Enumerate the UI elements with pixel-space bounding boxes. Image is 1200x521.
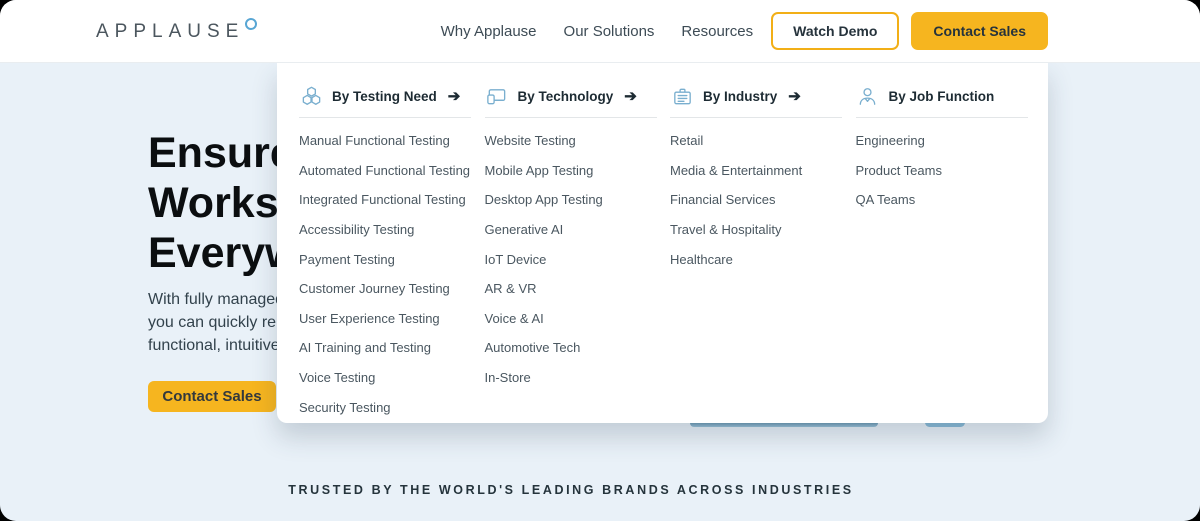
arrow-right-icon: ➔ xyxy=(788,87,801,105)
text-line: functional, intuitive xyxy=(148,334,284,357)
menu-item[interactable]: Automotive Tech xyxy=(485,333,671,363)
menu-item-list: RetailMedia & EntertainmentFinancial Ser… xyxy=(670,126,856,274)
menu-column: By Job Function EngineeringProduct Teams… xyxy=(856,84,1042,423)
menu-item[interactable]: Generative AI xyxy=(485,215,671,245)
menu-item[interactable]: Healthcare xyxy=(670,244,856,274)
menu-column-header[interactable]: By Testing Need ➔ xyxy=(299,84,471,118)
menu-item-list: Manual Functional TestingAutomated Funct… xyxy=(299,126,485,422)
contact-sales-button[interactable]: Contact Sales xyxy=(911,12,1048,50)
site-header: APPLAUSE Why Applause Our Solutions Resour… xyxy=(0,0,1200,63)
menu-column-title: By Industry xyxy=(703,89,777,104)
menu-item[interactable]: Engineering xyxy=(856,126,1042,156)
menu-item[interactable]: Financial Services xyxy=(670,185,856,215)
arrow-right-icon: ➔ xyxy=(624,87,637,105)
menu-item[interactable]: IoT Device xyxy=(485,244,671,274)
menu-column: By Testing Need ➔ Manual Functional Test… xyxy=(299,84,485,423)
logo-text: APPLAUSE xyxy=(96,22,244,41)
menu-item[interactable]: Customer Journey Testing xyxy=(299,274,485,304)
menu-column-header[interactable]: By Technology ➔ xyxy=(485,84,657,118)
cubes-icon xyxy=(299,84,323,108)
trusted-brands-banner: TRUSTED BY THE WORLD'S LEADING BRANDS AC… xyxy=(0,483,1142,497)
menu-item[interactable]: QA Teams xyxy=(856,185,1042,215)
menu-item[interactable]: Automated Functional Testing xyxy=(299,156,485,186)
header-buttons: Watch Demo Contact Sales xyxy=(771,12,1048,50)
menu-item[interactable]: Mobile App Testing xyxy=(485,156,671,186)
arrow-right-icon: ➔ xyxy=(448,87,461,105)
hero-paragraph: With fully managedyou can quickly relfun… xyxy=(148,288,284,357)
text-line: you can quickly rel xyxy=(148,311,284,334)
menu-item[interactable]: Voice & AI xyxy=(485,304,671,334)
menu-item[interactable]: Integrated Functional Testing xyxy=(299,185,485,215)
menu-item[interactable]: Manual Functional Testing xyxy=(299,126,485,156)
watch-demo-button[interactable]: Watch Demo xyxy=(771,12,899,50)
menu-item[interactable]: Voice Testing xyxy=(299,363,485,393)
applause-logo[interactable]: APPLAUSE xyxy=(96,22,257,41)
menu-column-title: By Technology xyxy=(518,89,614,104)
menu-item[interactable]: Media & Entertainment xyxy=(670,156,856,186)
menu-item-list: Website TestingMobile App TestingDesktop… xyxy=(485,126,671,392)
mega-menu-columns: By Testing Need ➔ Manual Functional Test… xyxy=(299,84,1041,423)
menu-item[interactable]: In-Store xyxy=(485,363,671,393)
text-line: With fully managed xyxy=(148,288,284,311)
menu-column: By Industry ➔ RetailMedia & Entertainmen… xyxy=(670,84,856,423)
menu-item[interactable]: AR & VR xyxy=(485,274,671,304)
menu-item[interactable]: Security Testing xyxy=(299,392,485,422)
nav-link-resources[interactable]: Resources xyxy=(681,23,753,40)
hero-contact-sales-button[interactable]: Contact Sales xyxy=(148,381,276,412)
menu-item[interactable]: Retail xyxy=(670,126,856,156)
devices-icon xyxy=(485,84,509,108)
menu-item[interactable]: Payment Testing xyxy=(299,244,485,274)
menu-item[interactable]: Product Teams xyxy=(856,156,1042,186)
nav-link-our-solutions[interactable]: Our Solutions xyxy=(564,23,655,40)
menu-item-list: EngineeringProduct TeamsQA Teams xyxy=(856,126,1042,215)
menu-item[interactable]: AI Training and Testing xyxy=(299,333,485,363)
menu-item[interactable]: Desktop App Testing xyxy=(485,185,671,215)
menu-item[interactable]: Website Testing xyxy=(485,126,671,156)
logo-ring-icon xyxy=(245,18,257,30)
nav-link-why-applause[interactable]: Why Applause xyxy=(441,23,537,40)
menu-item[interactable]: Accessibility Testing xyxy=(299,215,485,245)
menu-item[interactable]: Travel & Hospitality xyxy=(670,215,856,245)
solutions-mega-menu: By Testing Need ➔ Manual Functional Test… xyxy=(277,63,1048,423)
person-icon xyxy=(856,84,880,108)
primary-nav: Why Applause Our Solutions Resources xyxy=(441,23,753,40)
briefcase-icon xyxy=(670,84,694,108)
menu-column-title: By Job Function xyxy=(889,89,995,104)
page: EnsureWorksEveryw With fully managedyou … xyxy=(0,0,1200,521)
menu-column-title: By Testing Need xyxy=(332,89,437,104)
menu-item[interactable]: User Experience Testing xyxy=(299,304,485,334)
menu-column-header[interactable]: By Job Function xyxy=(856,84,1028,118)
menu-column-header[interactable]: By Industry ➔ xyxy=(670,84,842,118)
menu-column: By Technology ➔ Website TestingMobile Ap… xyxy=(485,84,671,423)
